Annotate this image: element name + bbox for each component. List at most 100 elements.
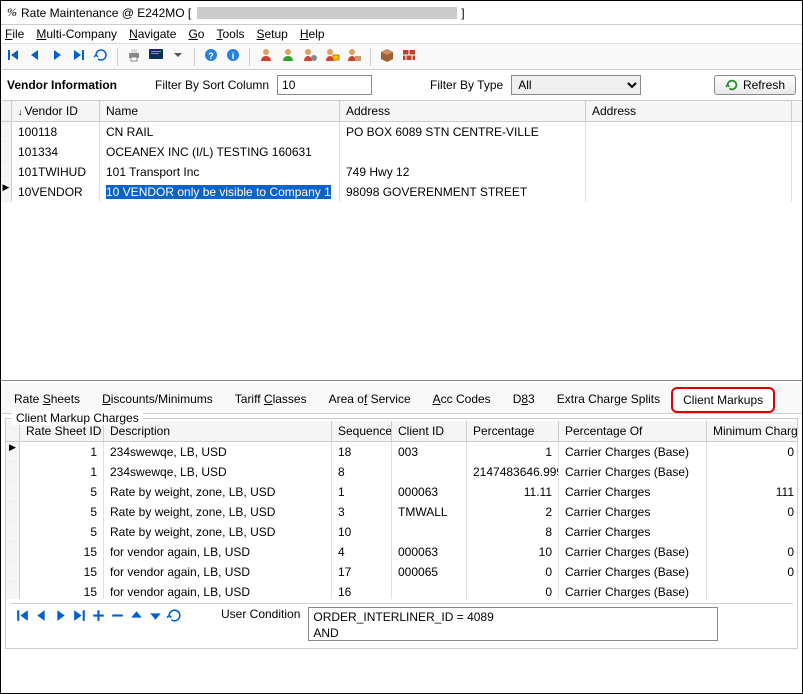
nav-next-icon[interactable] [49, 47, 65, 66]
help-icon[interactable]: ? [203, 47, 219, 66]
table-row[interactable]: 5Rate by weight, zone, LB, USD3TMWALL2Ca… [6, 502, 797, 522]
cell-sequence: 18 [332, 442, 392, 462]
cell-rate-sheet-id: 15 [20, 542, 104, 562]
cell-description: 234swewqe, LB, USD [104, 442, 332, 462]
refresh-button[interactable]: Refresh [714, 75, 796, 95]
cell-sequence: 16 [332, 582, 392, 599]
brick-icon[interactable] [401, 47, 417, 66]
table-row[interactable]: 5Rate by weight, zone, LB, USD108Carrier… [6, 522, 797, 542]
box-icon[interactable] [379, 47, 395, 66]
menu-multi[interactable]: Multi-Company [36, 27, 117, 41]
separator [194, 48, 195, 66]
cell-rate-sheet-id: 1 [20, 442, 104, 462]
menu-navigate[interactable]: Navigate [129, 27, 176, 41]
row-marker: ▶ [6, 442, 20, 462]
nav-last-icon[interactable] [71, 47, 87, 66]
cell-vendor-id: 10VENDOR [12, 182, 100, 202]
menu-help[interactable]: Help [300, 27, 325, 41]
tab-area-of-service[interactable]: Area of Service [318, 387, 422, 413]
tab-tariff-classes[interactable]: Tariff Classes [224, 387, 318, 413]
nav-next-icon[interactable] [52, 607, 69, 627]
table-row[interactable]: 15for vendor again, LB, USD170000650Carr… [6, 562, 797, 582]
table-row[interactable]: ▶10VENDOR10 VENDOR only be visible to Co… [1, 182, 802, 202]
cell-percentage: 2 [467, 502, 559, 522]
row-marker [6, 562, 20, 582]
cell-percentage: 10 [467, 542, 559, 562]
table-row[interactable]: 5Rate by weight, zone, LB, USD100006311.… [6, 482, 797, 502]
tab-rate-sheets[interactable]: Rate Sheets [3, 387, 91, 413]
col-minimum-charge[interactable]: Minimum Charge [707, 421, 797, 441]
cell-rate-sheet-id: 1 [20, 462, 104, 482]
user-icon[interactable] [258, 47, 274, 66]
table-row[interactable]: 1234swewqe, LB, USD82147483646.999Carrie… [6, 462, 797, 482]
row-marker-header [1, 101, 12, 121]
cell-client-id: 000065 [392, 562, 467, 582]
nav-last-icon[interactable] [71, 607, 88, 627]
cell-sequence: 1 [332, 482, 392, 502]
cell-percentage: 2147483646.999 [467, 462, 559, 482]
row-marker [6, 482, 20, 502]
col-address-2[interactable]: Address [586, 101, 792, 121]
cell-rate-sheet-id: 5 [20, 522, 104, 542]
dropdown-icon[interactable] [170, 47, 186, 66]
info-icon[interactable]: i [225, 47, 241, 66]
filter-row: Vendor Information Filter By Sort Column… [1, 70, 802, 101]
col-sequence[interactable]: Sequence [332, 421, 392, 441]
tab-discounts[interactable]: Discounts/Minimums [91, 387, 224, 413]
user-green-icon[interactable] [280, 47, 296, 66]
monitor-icon[interactable] [148, 47, 164, 66]
nav-first-icon[interactable] [14, 607, 31, 627]
title-close-bracket: ] [461, 6, 464, 20]
table-row[interactable]: 100118CN RAILPO BOX 6089 STN CENTRE-VILL… [1, 122, 802, 142]
cell-rate-sheet-id: 5 [20, 482, 104, 502]
menu-tools[interactable]: Tools [216, 27, 244, 41]
tab-client-markups[interactable]: Client Markups [671, 387, 775, 413]
table-row[interactable]: 101TWIHUD101 Transport Inc749 Hwy 12 [1, 162, 802, 182]
refresh-icon[interactable] [93, 47, 109, 66]
menu-file[interactable]: File [5, 27, 24, 41]
down-icon[interactable] [147, 607, 164, 627]
row-marker [6, 462, 20, 482]
table-row[interactable]: 101334OCEANEX INC (I/L) TESTING 160631 [1, 142, 802, 162]
table-row[interactable]: 15for vendor again, LB, USD400006310Carr… [6, 542, 797, 562]
filter-sort-input[interactable] [277, 75, 372, 95]
user-condition-field[interactable]: ORDER_INTERLINER_ID = 4089 AND [308, 607, 718, 641]
menu-setup[interactable]: Setup [256, 27, 287, 41]
remove-icon[interactable] [109, 607, 126, 627]
user-gear-icon[interactable] [302, 47, 318, 66]
nav-first-icon[interactable] [5, 47, 21, 66]
col-percentage-of[interactable]: Percentage Of [559, 421, 707, 441]
cell-vendor-id: 101334 [12, 142, 100, 162]
tab-extra-charge-splits[interactable]: Extra Charge Splits [546, 387, 671, 413]
cell-name: OCEANEX INC (I/L) TESTING 160631 [100, 142, 340, 162]
bottom-bar: User Condition ORDER_INTERLINER_ID = 408… [10, 603, 793, 644]
nav-prev-icon[interactable] [33, 607, 50, 627]
cell-description: Rate by weight, zone, LB, USD [104, 522, 332, 542]
cell-vendor-id: 101TWIHUD [12, 162, 100, 182]
table-row[interactable]: 15for vendor again, LB, USD160Carrier Ch… [6, 582, 797, 599]
col-client-id[interactable]: Client ID [392, 421, 467, 441]
user-folder-icon[interactable] [346, 47, 362, 66]
col-vendor-id[interactable]: ↓Vendor ID [12, 101, 100, 121]
refresh-icon [725, 78, 739, 92]
cell-percentage: 8 [467, 522, 559, 542]
col-name[interactable]: Name [100, 101, 340, 121]
cell-minimum-charge [707, 462, 797, 482]
titlebar: % Rate Maintenance @ E242MO [ ] [1, 1, 802, 25]
toolbar: ? i [1, 44, 802, 70]
user-card-icon[interactable] [324, 47, 340, 66]
add-icon[interactable] [90, 607, 107, 627]
tab-d83[interactable]: D83 [502, 387, 546, 413]
col-percentage[interactable]: Percentage [467, 421, 559, 441]
filter-type-select[interactable]: All [511, 75, 641, 95]
refresh-icon[interactable] [166, 607, 183, 627]
app-icon: % [7, 5, 17, 20]
table-row[interactable]: ▶1234swewqe, LB, USD180031Carrier Charge… [6, 442, 797, 462]
print-icon[interactable] [126, 47, 142, 66]
nav-prev-icon[interactable] [27, 47, 43, 66]
row-marker [6, 522, 20, 542]
tab-acc-codes[interactable]: Acc Codes [422, 387, 502, 413]
up-icon[interactable] [128, 607, 145, 627]
menu-go[interactable]: Go [188, 27, 204, 41]
col-address-1[interactable]: Address [340, 101, 586, 121]
